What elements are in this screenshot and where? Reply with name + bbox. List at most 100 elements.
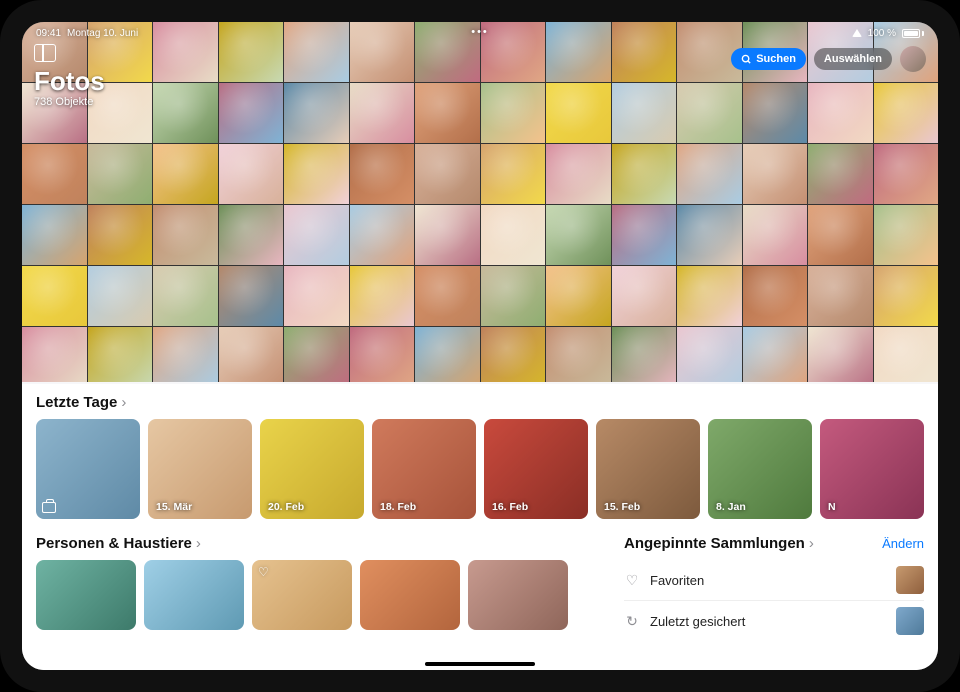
home-indicator[interactable] [425,662,535,666]
photo-thumbnail[interactable] [808,83,873,143]
recent-day-tile[interactable]: 15. Mär [148,419,252,519]
section-people-pets[interactable]: Personen & Haustiere › [36,535,201,552]
photo-thumbnail[interactable] [612,144,677,204]
recent-day-tile[interactable]: N [820,419,924,519]
photo-thumbnail[interactable] [677,83,742,143]
photo-thumbnail[interactable] [153,83,218,143]
photo-thumbnail[interactable] [874,205,939,265]
photo-thumbnail[interactable] [808,266,873,326]
library-view-icon[interactable] [34,44,56,62]
recent-day-date: 16. Feb [492,501,528,513]
photo-thumbnail[interactable] [612,83,677,143]
photo-thumbnail[interactable] [22,266,87,326]
photo-thumbnail[interactable] [546,327,611,382]
section-pinned[interactable]: Angepinnte Sammlungen › [624,535,814,552]
recent-day-tile[interactable]: 8. Jan [708,419,812,519]
page-title: Fotos [34,68,105,94]
photo-thumbnail[interactable] [350,266,415,326]
pinned-collection-row[interactable]: ↻Zuletzt gesichert [624,601,924,641]
photo-thumbnail[interactable] [153,266,218,326]
clock-icon: ↻ [624,613,640,630]
recent-day-tile[interactable] [36,419,140,519]
photo-thumbnail[interactable] [284,144,349,204]
people-tile[interactable]: ♡ [252,560,352,630]
photo-thumbnail[interactable] [153,144,218,204]
photo-thumbnail[interactable] [481,144,546,204]
recent-day-tile[interactable]: 20. Feb [260,419,364,519]
library-grid[interactable] [22,22,938,382]
pinned-collection-row[interactable]: ♡Favoriten [624,560,924,601]
photo-thumbnail[interactable] [481,327,546,382]
photo-thumbnail[interactable] [808,205,873,265]
photo-thumbnail[interactable] [874,266,939,326]
select-button[interactable]: Auswählen [814,48,892,70]
multitask-dots-icon[interactable]: ••• [471,26,489,38]
photo-thumbnail[interactable] [415,205,480,265]
photo-thumbnail[interactable] [415,144,480,204]
photo-thumbnail[interactable] [546,144,611,204]
profile-avatar[interactable] [900,46,926,72]
photo-thumbnail[interactable] [415,83,480,143]
photo-thumbnail[interactable] [284,83,349,143]
recent-day-tile[interactable]: 15. Feb [596,419,700,519]
photo-thumbnail[interactable] [219,83,284,143]
photo-thumbnail[interactable] [874,83,939,143]
pinned-edit-link[interactable]: Ändern [882,536,924,551]
photo-thumbnail[interactable] [743,205,808,265]
people-tile[interactable] [36,560,136,630]
recent-day-tile[interactable]: 16. Feb [484,419,588,519]
photo-thumbnail[interactable] [22,327,87,382]
people-tile[interactable] [360,560,460,630]
photo-thumbnail[interactable] [88,266,153,326]
photo-thumbnail[interactable] [743,144,808,204]
photo-thumbnail[interactable] [88,205,153,265]
photo-thumbnail[interactable] [153,205,218,265]
photo-thumbnail[interactable] [153,327,218,382]
photo-thumbnail[interactable] [743,327,808,382]
photo-thumbnail[interactable] [481,205,546,265]
photo-thumbnail[interactable] [350,205,415,265]
photo-thumbnail[interactable] [481,266,546,326]
people-pets-row[interactable]: ♡ [36,560,600,630]
photo-thumbnail[interactable] [808,144,873,204]
photo-thumbnail[interactable] [546,83,611,143]
photo-thumbnail[interactable] [350,327,415,382]
photo-thumbnail[interactable] [22,205,87,265]
search-button[interactable]: Suchen [731,48,806,70]
photo-thumbnail[interactable] [219,266,284,326]
photo-thumbnail[interactable] [612,327,677,382]
photo-thumbnail[interactable] [546,266,611,326]
photo-thumbnail[interactable] [612,266,677,326]
recent-day-tile[interactable]: 18. Feb [372,419,476,519]
photo-thumbnail[interactable] [284,205,349,265]
people-tile[interactable] [144,560,244,630]
recent-day-date: 18. Feb [380,501,416,513]
photo-thumbnail[interactable] [219,144,284,204]
photo-thumbnail[interactable] [219,205,284,265]
photo-thumbnail[interactable] [677,205,742,265]
photo-thumbnail[interactable] [350,144,415,204]
photo-thumbnail[interactable] [415,266,480,326]
photo-thumbnail[interactable] [677,327,742,382]
photo-thumbnail[interactable] [612,205,677,265]
photo-thumbnail[interactable] [677,266,742,326]
photo-thumbnail[interactable] [284,327,349,382]
people-tile[interactable] [468,560,568,630]
photo-thumbnail[interactable] [350,83,415,143]
photo-thumbnail[interactable] [808,327,873,382]
recent-days-row[interactable]: 15. Mär20. Feb 18. Feb 16. Feb 15. Feb8. Ja… [36,419,924,519]
photo-thumbnail[interactable] [546,205,611,265]
photo-thumbnail[interactable] [88,144,153,204]
photo-thumbnail[interactable] [88,327,153,382]
photo-thumbnail[interactable] [743,266,808,326]
photo-thumbnail[interactable] [284,266,349,326]
photo-thumbnail[interactable] [219,327,284,382]
photo-thumbnail[interactable] [415,327,480,382]
section-recent-days[interactable]: Letzte Tage › [36,394,126,411]
photo-thumbnail[interactable] [677,144,742,204]
photo-thumbnail[interactable] [481,83,546,143]
photo-thumbnail[interactable] [874,327,939,382]
photo-thumbnail[interactable] [743,83,808,143]
photo-thumbnail[interactable] [22,144,87,204]
photo-thumbnail[interactable] [874,144,939,204]
